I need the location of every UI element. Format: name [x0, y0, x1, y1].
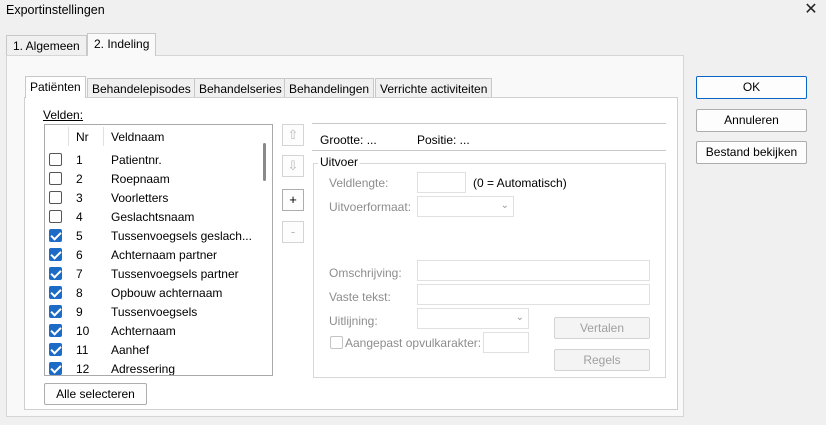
description-label: Omschrijving: [329, 266, 402, 280]
field-name: Tussenvoegsels partner [111, 267, 239, 281]
list-item[interactable]: 7 Tussenvoegsels partner [45, 264, 257, 283]
custom-padding-input[interactable] [483, 332, 529, 353]
tab-verrichte-activiteiten[interactable]: Verrichte activiteiten [375, 78, 493, 98]
field-nr: 1 [76, 153, 83, 167]
fields-label: Velden: [43, 108, 84, 122]
field-nr: 9 [76, 305, 83, 319]
tab-behandelepisodes[interactable]: Behandelepisodes [87, 78, 196, 98]
custom-padding-checkbox[interactable] [330, 336, 343, 349]
field-checkbox[interactable] [49, 305, 62, 318]
field-nr: 3 [76, 191, 83, 205]
tab-behandelseries[interactable]: Behandelseries [194, 78, 287, 98]
field-name: Geslachtsnaam [111, 210, 195, 224]
field-nr: 8 [76, 286, 83, 300]
list-item[interactable]: 11 Aanhef [45, 340, 257, 359]
field-nr: 7 [76, 267, 83, 281]
view-file-button[interactable]: Bestand bekijken [696, 141, 807, 164]
size-label: Grootte: ... [320, 133, 377, 147]
tab-algemeen[interactable]: 1. Algemeen [6, 35, 87, 56]
list-item[interactable]: 3 Voorletters [45, 188, 257, 207]
ok-button[interactable]: OK [696, 76, 807, 99]
rules-button[interactable]: Regels [554, 349, 650, 371]
field-name: Adressering [111, 362, 176, 376]
field-checkbox[interactable] [49, 229, 62, 242]
field-nr: 2 [76, 172, 83, 186]
field-nr: 6 [76, 248, 83, 262]
field-nr: 5 [76, 229, 83, 243]
remove-field-button[interactable]: - [282, 221, 304, 243]
field-name: Tussenvoegsels geslach... [111, 229, 252, 243]
output-format-label: Uitvoerformaat: [329, 200, 412, 214]
field-checkbox[interactable] [49, 172, 62, 185]
divider [312, 123, 666, 124]
fixed-text-label: Vaste tekst: [329, 290, 391, 304]
output-group-label: Uitvoer [318, 155, 361, 169]
field-checkbox[interactable] [49, 286, 62, 299]
field-checkbox[interactable] [49, 324, 62, 337]
header-divider [103, 127, 104, 146]
translate-button[interactable]: Vertalen [554, 317, 650, 339]
list-item[interactable]: 8 Opbouw achternaam [45, 283, 257, 302]
scrollbar-thumb[interactable] [263, 143, 266, 181]
select-all-button[interactable]: Alle selecteren [44, 383, 147, 405]
field-nr: 10 [76, 324, 90, 338]
list-item[interactable]: 5 Tussenvoegsels geslach... [45, 226, 257, 245]
field-nr: 12 [76, 362, 90, 376]
field-checkbox[interactable] [49, 267, 62, 280]
output-format-select[interactable]: ⌄ [417, 196, 514, 217]
move-down-icon[interactable]: ⇩ [282, 155, 304, 177]
field-name: Achternaam [111, 324, 176, 338]
list-scrollbar[interactable] [257, 125, 272, 375]
list-item[interactable]: 10 Achternaam [45, 321, 257, 340]
list-item[interactable]: 9 Tussenvoegsels [45, 302, 257, 321]
field-checkbox[interactable] [49, 191, 62, 204]
alignment-label: Uitlijning: [329, 314, 378, 328]
field-name: Voorletters [111, 191, 169, 205]
field-checkbox[interactable] [49, 343, 62, 356]
move-up-icon[interactable]: ⇧ [282, 124, 304, 146]
tab-behandelingen[interactable]: Behandelingen [284, 78, 375, 98]
field-name: Opbouw achternaam [111, 286, 223, 300]
field-checkbox[interactable] [49, 248, 62, 261]
tab-indeling[interactable]: 2. Indeling [87, 33, 157, 56]
title-bar: Exportinstellingen ✕ [0, 0, 826, 22]
column-header-veldnaam[interactable]: Veldnaam [111, 130, 164, 144]
field-checkbox[interactable] [49, 153, 62, 166]
custom-padding-label: Aangepast opvulkarakter: [345, 336, 482, 350]
header-divider [68, 127, 69, 146]
field-nr: 11 [76, 343, 89, 357]
field-length-label: Veldlengte: [329, 176, 389, 190]
column-header-nr[interactable]: Nr [76, 130, 89, 144]
chevron-down-icon: ⌄ [500, 200, 509, 211]
tab-patienten[interactable]: Patiënten [25, 76, 86, 98]
list-item[interactable]: 12 Adressering [45, 359, 257, 376]
position-label: Positie: ... [417, 133, 470, 147]
cancel-button[interactable]: Annuleren [696, 109, 807, 132]
field-length-input[interactable] [417, 172, 466, 193]
alignment-select[interactable]: ⌄ [417, 308, 529, 329]
list-item[interactable]: 1 Patientnr. [45, 150, 257, 169]
field-name: Aanhef [111, 343, 150, 357]
chevron-down-icon: ⌄ [515, 312, 524, 323]
list-item[interactable]: 4 Geslachtsnaam [45, 207, 257, 226]
list-item[interactable]: 6 Achternaam partner [45, 245, 257, 264]
field-name: Tussenvoegsels [111, 305, 198, 319]
window-title: Exportinstellingen [6, 3, 105, 17]
field-name: Roepnaam [111, 172, 170, 186]
list-item[interactable]: 2 Roepnaam [45, 169, 257, 188]
fixed-text-input[interactable] [417, 284, 650, 305]
field-name: Patientnr. [111, 153, 162, 167]
list-header: Nr Veldnaam [45, 125, 257, 148]
divider [312, 150, 666, 151]
description-input[interactable] [417, 260, 650, 281]
field-name: Achternaam partner [111, 248, 218, 262]
fields-list[interactable]: Nr Veldnaam 1 Patientnr. 2 Roepnaam 3 Voorlet… [44, 124, 273, 376]
field-nr: 4 [76, 210, 83, 224]
add-field-button[interactable]: + [282, 189, 304, 211]
close-icon[interactable]: ✕ [800, 0, 822, 20]
field-checkbox[interactable] [49, 362, 62, 375]
field-checkbox[interactable] [49, 210, 62, 223]
field-length-hint: (0 = Automatisch) [473, 176, 567, 190]
